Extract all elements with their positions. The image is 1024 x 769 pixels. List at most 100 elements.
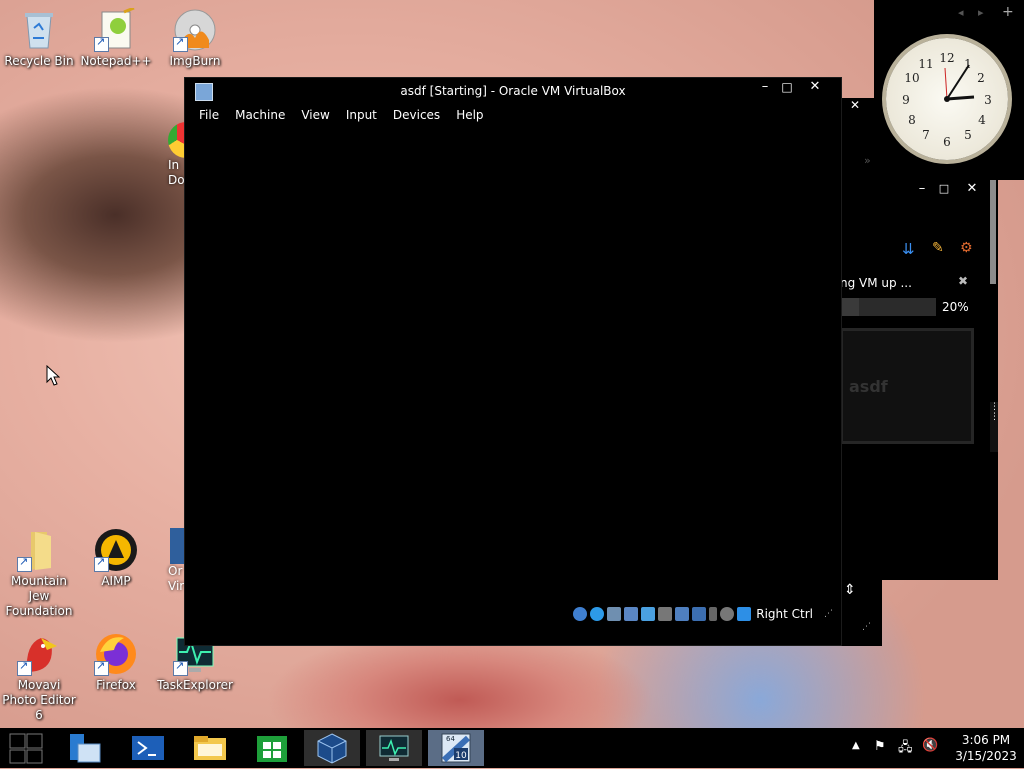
gadget-next-icon[interactable]: ▸: [978, 6, 984, 19]
vm-preview-name: asdf: [849, 377, 888, 396]
close-button[interactable]: ✕: [803, 78, 827, 96]
hard-disk-icon[interactable]: [573, 607, 588, 621]
virtualbox-vm-window[interactable]: asdf [Starting] - Oracle VM VirtualBox –…: [184, 77, 842, 646]
svg-text:10: 10: [455, 751, 467, 761]
scrollbar[interactable]: [990, 180, 996, 284]
notepad-plus-plus-icon: [94, 6, 138, 52]
settings-icon[interactable]: ⚙: [960, 240, 973, 256]
desktop-icon-aimp[interactable]: AIMP: [77, 528, 155, 589]
desktop-icon-label: Mountain Jew Foundation: [5, 574, 73, 618]
svg-text:7: 7: [922, 128, 930, 142]
desktop-icon-imgburn[interactable]: ImgBurn: [156, 8, 234, 69]
shortcut-arrow-icon: [94, 555, 109, 572]
usb-icon[interactable]: [641, 607, 656, 621]
taskexplorer-icon: [379, 735, 409, 761]
menu-devices[interactable]: Devices: [385, 107, 448, 125]
taskbar-date: 3/15/2023: [955, 749, 1017, 763]
shortcut-arrow-icon: [17, 555, 32, 572]
taskbar: 10 64 ▲ ⚑ 🖧 🔇 3:06 PM 3/15/2023: [0, 728, 1024, 768]
back-window-close-icon[interactable]: ✕: [850, 98, 860, 112]
shortcut-arrow-icon: [173, 35, 188, 52]
progress-status-text: ng VM up ...: [840, 276, 912, 290]
progress-bar: [840, 298, 936, 316]
keyboard-capture-icon[interactable]: [737, 607, 752, 621]
powershell-icon: [132, 736, 164, 760]
movavi-icon: [17, 632, 61, 676]
imgburn-icon: [173, 8, 217, 52]
shortcut-arrow-icon: [173, 659, 188, 676]
desktop-icon-notepad-plus-plus[interactable]: Notepad++: [77, 6, 155, 69]
svg-text:6: 6: [943, 135, 951, 149]
desktop-icon-movavi[interactable]: Movavi Photo Editor 6: [0, 632, 78, 723]
gadget-add-icon[interactable]: +: [1002, 4, 1014, 20]
mouse-cursor-icon: [46, 365, 60, 386]
taskbar-server-manager[interactable]: [58, 730, 114, 766]
chevron-right-icon[interactable]: »: [864, 154, 871, 167]
recording-icon[interactable]: [692, 607, 707, 621]
menu-bar: File Machine View Input Devices Help: [191, 107, 492, 125]
back-window-bottom: ⇕ ⋰: [836, 580, 882, 646]
clock-gadget[interactable]: 12 1 2 345 678 9 10 11: [886, 38, 1008, 160]
desktop-icon-label: ImgBurn: [169, 54, 221, 68]
minimize-button[interactable]: –: [753, 78, 777, 96]
firefox-icon: [94, 632, 138, 676]
svg-text:11: 11: [918, 57, 933, 71]
sort-icon[interactable]: ⇊: [902, 240, 915, 258]
svg-text:3: 3: [984, 93, 992, 107]
desktop-icon-recycle-bin[interactable]: Recycle Bin: [0, 8, 78, 69]
clock-area[interactable]: 3:06 PM 3/15/2023: [948, 732, 1024, 764]
scroll-up-down-icon[interactable]: ⇕: [844, 582, 856, 598]
taskbar-file-explorer[interactable]: [182, 730, 238, 766]
desktop-icon-mountain-jew-foundation[interactable]: Mountain Jew Foundation: [0, 528, 78, 619]
virtualbox-icon: [317, 733, 347, 764]
taskbar-powershell[interactable]: [120, 730, 176, 766]
menu-input[interactable]: Input: [338, 107, 385, 125]
progress-close-button[interactable]: ✕: [960, 180, 984, 198]
display-icon[interactable]: [675, 607, 690, 621]
progress-window[interactable]: – □ ✕ ⇊ ✎ ⚙ ng VM up ... ✖ 20% asdf ⋮ ⋮: [836, 178, 999, 580]
desktop-icon-label: AIMP: [101, 574, 131, 588]
desktop-icon-label: TaskExplorer: [157, 678, 233, 692]
svg-text:5: 5: [964, 128, 972, 142]
desktop-icon-label: Recycle Bin: [4, 54, 74, 68]
progress-percent: 20%: [942, 300, 969, 314]
gadget-prev-icon[interactable]: ◂: [958, 6, 964, 19]
cpu-icon[interactable]: [709, 607, 718, 621]
menu-help[interactable]: Help: [448, 107, 491, 125]
maximize-button[interactable]: □: [775, 78, 799, 96]
file-explorer-icon: [194, 736, 226, 760]
vm-display[interactable]: [185, 130, 841, 600]
menu-view[interactable]: View: [293, 107, 337, 125]
resize-grip-icon[interactable]: ⋰: [824, 609, 833, 619]
progress-minimize-button[interactable]: –: [910, 180, 934, 198]
vm-window-titlebar[interactable]: asdf [Starting] - Oracle VM VirtualBox –…: [185, 78, 841, 102]
edit-icon[interactable]: ✎: [932, 240, 944, 256]
show-hidden-icons-button[interactable]: ▲: [852, 740, 860, 751]
network-icon[interactable]: [624, 607, 639, 621]
taskbar-taskexplorer[interactable]: [366, 730, 422, 766]
taskbar-virtualbox[interactable]: [304, 730, 360, 766]
menu-file[interactable]: File: [191, 107, 227, 125]
folder-icon: [17, 528, 61, 572]
shared-folder-icon[interactable]: [658, 607, 673, 621]
mouse-integration-icon[interactable]: [720, 607, 735, 621]
desktop-icon-firefox[interactable]: Firefox: [77, 632, 155, 693]
vm-preview: asdf: [840, 328, 974, 444]
resize-grip-icon[interactable]: ⋰: [862, 622, 871, 632]
svg-text:12: 12: [939, 51, 954, 65]
audio-icon[interactable]: [607, 607, 622, 621]
taskbar-store[interactable]: [244, 730, 300, 766]
desktop-icon-label: Movavi Photo Editor 6: [2, 678, 76, 722]
splitter-handle[interactable]: ⋮ ⋮: [990, 402, 999, 452]
menu-machine[interactable]: Machine: [227, 107, 293, 125]
progress-cancel-icon[interactable]: ✖: [958, 274, 968, 288]
progress-maximize-button[interactable]: □: [932, 180, 956, 198]
optical-drive-icon[interactable]: [590, 607, 605, 621]
network-status-icon[interactable]: 🖧: [898, 738, 913, 760]
start-button[interactable]: [8, 732, 44, 764]
taskbar-vm-machine[interactable]: 10 64: [428, 730, 484, 766]
taskbar-time: 3:06 PM: [961, 733, 1011, 747]
aimp-icon: [94, 528, 138, 572]
action-center-flag-icon[interactable]: ⚑: [874, 739, 886, 754]
volume-muted-icon[interactable]: 🔇: [922, 738, 938, 753]
